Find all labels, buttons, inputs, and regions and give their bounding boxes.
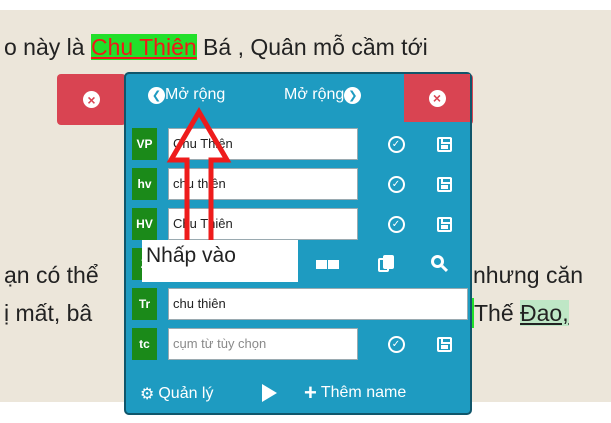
page: o này là Chu Thiên Bá , Quân mỗ cầm tới … — [0, 0, 611, 423]
arrow-annotation-icon — [166, 107, 232, 240]
